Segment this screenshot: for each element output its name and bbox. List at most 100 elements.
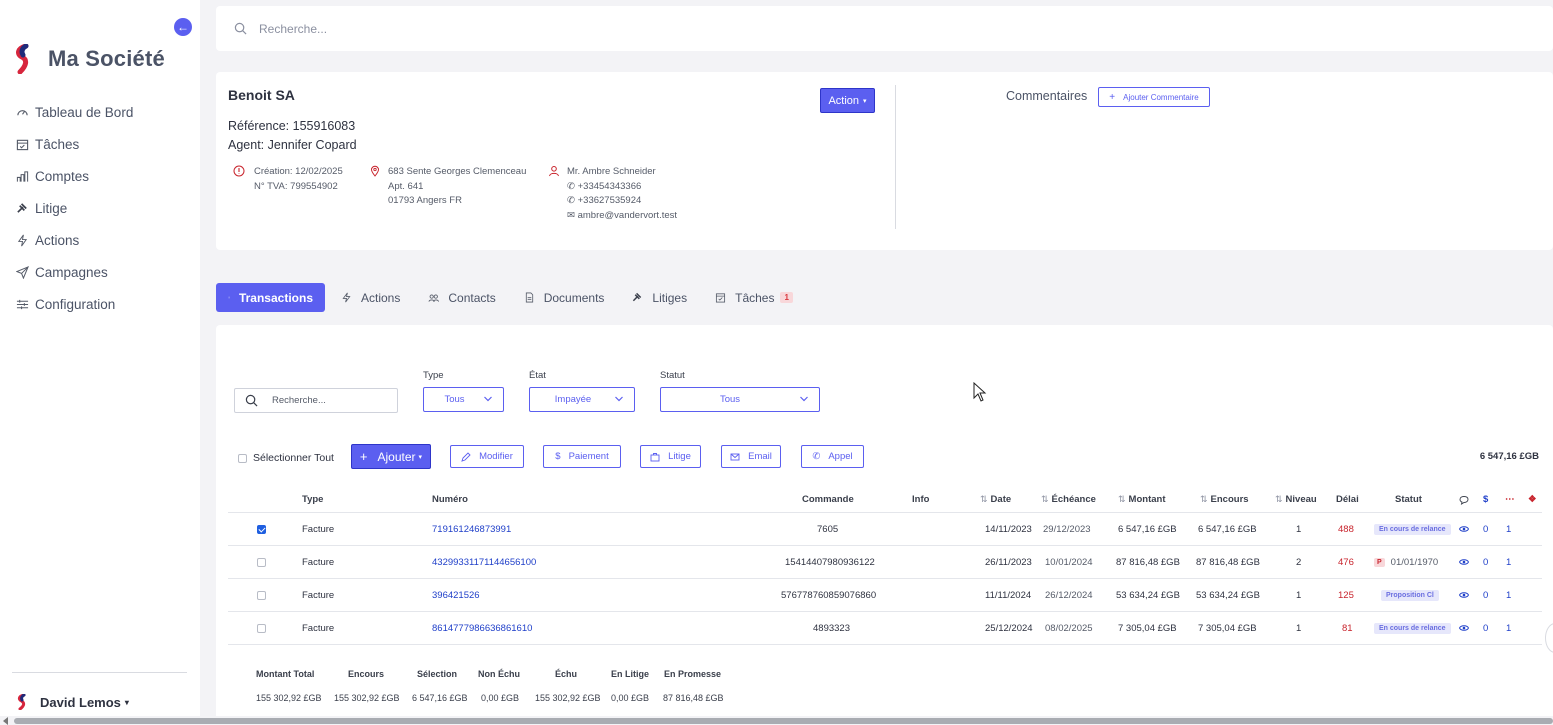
eye-icon[interactable] (1459, 513, 1469, 545)
tab-documents[interactable]: Documents (512, 283, 617, 312)
col-amount-label: Montant (1128, 494, 1166, 505)
email-value[interactable]: ambre@vandervort.test (578, 210, 677, 221)
sidebar-item-dispute[interactable]: Litige (16, 192, 133, 224)
cell-count-actions[interactable]: 1 (1506, 513, 1511, 545)
caret-down-icon: ▾ (124, 697, 129, 707)
col-number[interactable]: Numéro (432, 487, 468, 512)
eye-icon[interactable] (1459, 546, 1469, 578)
scroll-left-icon[interactable] (3, 717, 8, 725)
cell-count-actions[interactable]: 1 (1506, 579, 1511, 611)
col-due[interactable]: ⇅ Échéance (1041, 487, 1096, 512)
tab-tasks[interactable]: Tâches 1 (703, 283, 805, 312)
sidebar-item-actions[interactable]: Actions (16, 224, 133, 256)
status-filter-select[interactable]: Tous (660, 387, 820, 412)
type-filter-select[interactable]: Tous (423, 387, 504, 412)
row-checkbox[interactable] (257, 612, 266, 644)
cell-number[interactable]: 43299331171144656100 (432, 546, 536, 578)
scrollbar-thumb[interactable] (14, 718, 1553, 724)
row-checkbox-box[interactable] (257, 557, 266, 567)
modify-button[interactable]: Modifier (450, 445, 524, 468)
comments-label: Commentaires (1006, 89, 1088, 103)
row-checkbox-box[interactable] (257, 623, 266, 633)
table-row[interactable]: Facture 43299331171144656100 15414407980… (228, 546, 1542, 579)
col-order[interactable]: Commande (802, 487, 854, 512)
transactions-search[interactable]: Recherche... (234, 388, 398, 413)
global-search-input[interactable]: Recherche... (259, 22, 327, 36)
add-comment-label: Ajouter Commentaire (1123, 92, 1199, 102)
cell-delay: 125 (1338, 589, 1354, 601)
cell-outstanding: 6 547,16 £GB (1198, 523, 1257, 535)
search-icon (245, 394, 258, 407)
transactions-search-input[interactable]: Recherche... (272, 395, 326, 406)
dollar-icon[interactable]: $ (1483, 487, 1488, 512)
cell-number[interactable]: 8614777986636861610 (432, 612, 532, 644)
email-button[interactable]: Email (721, 445, 781, 468)
table-row[interactable]: Facture 8614777986636861610 4893323 25/1… (228, 612, 1542, 645)
sidebar-item-accounts[interactable]: Comptes (16, 160, 133, 192)
cell-count-payments[interactable]: 0 (1483, 612, 1488, 644)
cell-count-actions[interactable]: 1 (1506, 546, 1511, 578)
cell-count-actions[interactable]: 1 (1506, 612, 1511, 644)
paperclip-icon[interactable]: ❖ (1528, 487, 1537, 512)
caret-down-icon: ▾ (863, 97, 867, 105)
call-button[interactable]: ✆ Appel (801, 445, 864, 468)
select-all[interactable]: Sélectionner Tout (238, 452, 334, 464)
select-all-label: Sélectionner Tout (253, 452, 334, 464)
cell-number[interactable]: 396421526 (432, 579, 480, 611)
col-amount[interactable]: ⇅ Montant (1118, 487, 1165, 512)
account-address: 683 Sente Georges Clemenceau Apt. 641 01… (388, 165, 526, 209)
row-checkbox[interactable] (257, 579, 266, 611)
global-search[interactable]: Recherche... (216, 6, 1553, 51)
tab-contacts[interactable]: Contacts (416, 283, 507, 312)
table-row[interactable]: Facture 396421526 576778760859076860 11/… (228, 579, 1542, 612)
col-type[interactable]: Type (302, 487, 323, 512)
row-checkbox-box[interactable] (257, 524, 266, 534)
tab-label: Litiges (652, 290, 688, 305)
select-all-checkbox[interactable] (238, 453, 247, 463)
state-filter-select[interactable]: Impayée (529, 387, 635, 412)
table-row[interactable]: Facture 719161246873991 7605 14/11/2023 … (228, 513, 1542, 546)
summary-value: 155 302,92 £GB (256, 693, 322, 703)
tab-actions[interactable]: Actions (329, 283, 412, 312)
comment-icon[interactable] (1459, 487, 1469, 512)
row-checkbox[interactable] (257, 513, 266, 545)
cell-level: 1 (1296, 622, 1302, 634)
action-dropdown-button[interactable]: Action ▾ (820, 88, 875, 113)
cell-level: 1 (1296, 589, 1302, 601)
sidebar-item-campaigns[interactable]: Campagnes (16, 256, 133, 288)
horizontal-scrollbar[interactable] (0, 716, 1553, 725)
cell-number[interactable]: 719161246873991 (432, 513, 511, 545)
sidebar-item-tasks[interactable]: Tâches (16, 128, 133, 160)
col-level[interactable]: ⇅ Niveau (1275, 487, 1317, 512)
cell-count-payments[interactable]: 0 (1483, 579, 1488, 611)
user-menu[interactable]: David Lemos ▾ (16, 694, 129, 710)
row-checkbox-box[interactable] (257, 590, 266, 600)
col-delay[interactable]: Délai (1336, 487, 1359, 512)
dispute-button[interactable]: Litige (640, 445, 701, 468)
tab-transactions[interactable]: Transactions (216, 283, 325, 312)
summary-label: Échu (555, 669, 578, 679)
col-outstanding[interactable]: ⇅ Encours (1200, 487, 1249, 512)
payment-button[interactable]: $ Paiement (543, 445, 621, 468)
add-button[interactable]: + Ajouter ▾ (351, 444, 431, 469)
col-status[interactable]: Statut (1395, 487, 1422, 512)
contact-phone: ✆ +33627535924 (567, 194, 677, 209)
eye-icon[interactable] (1459, 579, 1469, 611)
eye-icon[interactable] (1459, 612, 1469, 644)
sidebar-item-configuration[interactable]: Configuration (16, 288, 133, 320)
tab-disputes[interactable]: Litiges (620, 283, 699, 312)
collapse-sidebar-button[interactable]: ← (174, 18, 192, 36)
row-checkbox[interactable] (257, 546, 266, 578)
sidebar-nav: Tableau de Bord Tâches Comptes Litige Ac… (16, 96, 133, 320)
brand[interactable]: Ma Société (12, 44, 165, 74)
add-comment-button[interactable]: + Ajouter Commentaire (1098, 87, 1210, 107)
col-date[interactable]: ⇅ Date (980, 487, 1011, 512)
sparkle-icon[interactable]: ⋯ (1505, 487, 1515, 512)
cell-count-payments[interactable]: 0 (1483, 546, 1488, 578)
cell-status: Proposition Cl (1381, 579, 1439, 611)
sidebar-item-dashboard[interactable]: Tableau de Bord (16, 96, 133, 128)
sidebar-item-label: Campagnes (35, 264, 108, 280)
user-icon (549, 166, 559, 177)
col-info[interactable]: Info (912, 487, 929, 512)
cell-count-payments[interactable]: 0 (1483, 513, 1488, 545)
